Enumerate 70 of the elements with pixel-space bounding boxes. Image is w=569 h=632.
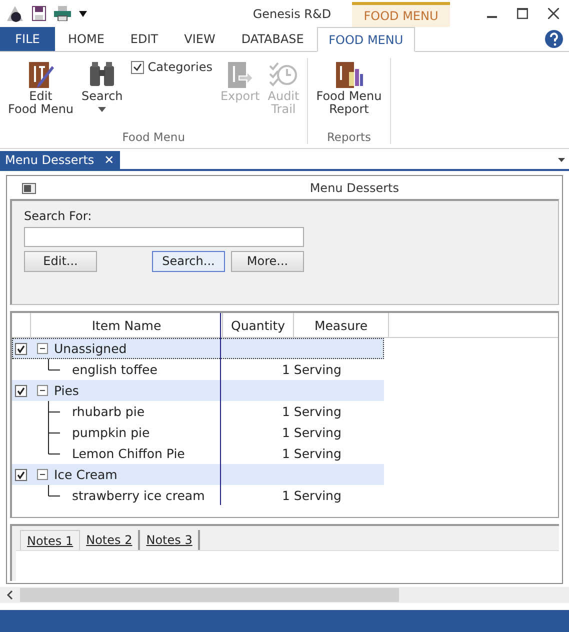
group-row[interactable]: Pies xyxy=(12,380,384,402)
group-label: Reports xyxy=(326,130,372,144)
table-cell: 1 Serving xyxy=(282,362,342,378)
tree-connector xyxy=(48,401,60,422)
group-label: Food Menu xyxy=(121,130,186,144)
table-cell: 1 Serving xyxy=(282,404,342,420)
group-name: Unassigned xyxy=(54,341,127,356)
group-name: Ice Cream xyxy=(54,467,118,482)
document-tab-label[interactable]: Menu Desserts xyxy=(5,153,94,167)
horizontal-scrollbar[interactable] xyxy=(20,588,399,602)
table-cell: 1 Serving xyxy=(282,425,342,440)
column-header[interactable]: Item Name xyxy=(31,313,223,338)
group-checkbox[interactable] xyxy=(15,342,27,355)
ribbon-tab[interactable]: VIEW xyxy=(171,27,228,51)
panel-button[interactable]: Edit... xyxy=(24,250,97,272)
group-checkbox[interactable] xyxy=(15,384,27,397)
document-tab[interactable]: Menu Desserts ✕ xyxy=(0,151,120,169)
notes-tab[interactable]: Notes 1 xyxy=(20,530,80,550)
app-logo-icon[interactable] xyxy=(6,4,24,22)
ribbon-button[interactable]: Edit Food Menu xyxy=(4,58,78,118)
table-cell-text: rhubarb pie xyxy=(72,404,146,420)
checkmark-icon xyxy=(132,63,142,71)
tree-connector xyxy=(48,359,60,372)
group-row[interactable]: Ice Cream xyxy=(12,464,384,486)
ribbon-tab[interactable]: EDIT xyxy=(117,27,172,51)
group-name: Pies xyxy=(54,383,79,398)
ribbon-button[interactable]: Search xyxy=(78,58,127,114)
ribbon-tab[interactable]: HOME xyxy=(55,27,118,51)
column-header[interactable]: Measure xyxy=(294,313,389,338)
table-cell-text: pumpkin pie xyxy=(72,425,151,440)
export-icon xyxy=(225,60,256,90)
table-cell-text: Lemon Chiffon Pie xyxy=(72,446,186,462)
dropdown-caret-icon[interactable] xyxy=(79,10,87,16)
help-icon[interactable] xyxy=(545,30,563,48)
table-cell: 1 Serving xyxy=(282,446,342,462)
scroll-left-icon[interactable] xyxy=(6,590,14,600)
group-checkbox[interactable] xyxy=(15,468,27,481)
checkmark-icon xyxy=(17,344,25,353)
search-field[interactable] xyxy=(24,226,304,247)
ribbon-button[interactable]: Food Menu Report xyxy=(312,58,386,118)
save-icon[interactable] xyxy=(32,6,46,21)
column-header[interactable]: Quantity xyxy=(223,313,294,338)
panel-button[interactable]: Search... xyxy=(152,250,225,272)
collapse-toggle[interactable] xyxy=(37,343,48,354)
file-tab[interactable]: FILE xyxy=(0,27,55,51)
categories-checkbox[interactable]: Categories xyxy=(126,58,216,76)
table-cell-text: strawberry ice cream xyxy=(72,488,206,504)
group-row[interactable]: Unassigned xyxy=(12,338,384,360)
checkmark-icon xyxy=(17,386,25,395)
maximize-icon[interactable] xyxy=(517,8,528,19)
dropdown-caret-icon[interactable] xyxy=(558,158,565,162)
caret-icon xyxy=(98,107,106,112)
tree-connector xyxy=(48,485,60,498)
window-title: Genesis R&D xyxy=(252,6,332,20)
close-tab-button[interactable]: ✕ xyxy=(104,153,114,167)
table-cell-text: english toffee xyxy=(72,362,158,378)
context-tab-label: FOOD MENU xyxy=(352,2,450,27)
panel-window-icon xyxy=(22,182,36,194)
close-icon[interactable] xyxy=(548,8,559,19)
checkmark-icon xyxy=(17,470,25,479)
table-cell: 1 Serving xyxy=(282,488,342,504)
panel-button[interactable]: More... xyxy=(231,250,304,272)
search-label: Search For: xyxy=(24,208,93,223)
printer-icon[interactable] xyxy=(54,6,71,21)
menu-report-icon xyxy=(334,60,364,90)
collapse-toggle[interactable] xyxy=(37,385,48,396)
panel-title: Menu Desserts xyxy=(310,181,399,196)
ribbon-tab[interactable]: DATABASE xyxy=(228,27,317,51)
ribbon-tab[interactable]: FOOD MENU xyxy=(316,27,415,52)
collapse-toggle[interactable] xyxy=(37,469,48,480)
